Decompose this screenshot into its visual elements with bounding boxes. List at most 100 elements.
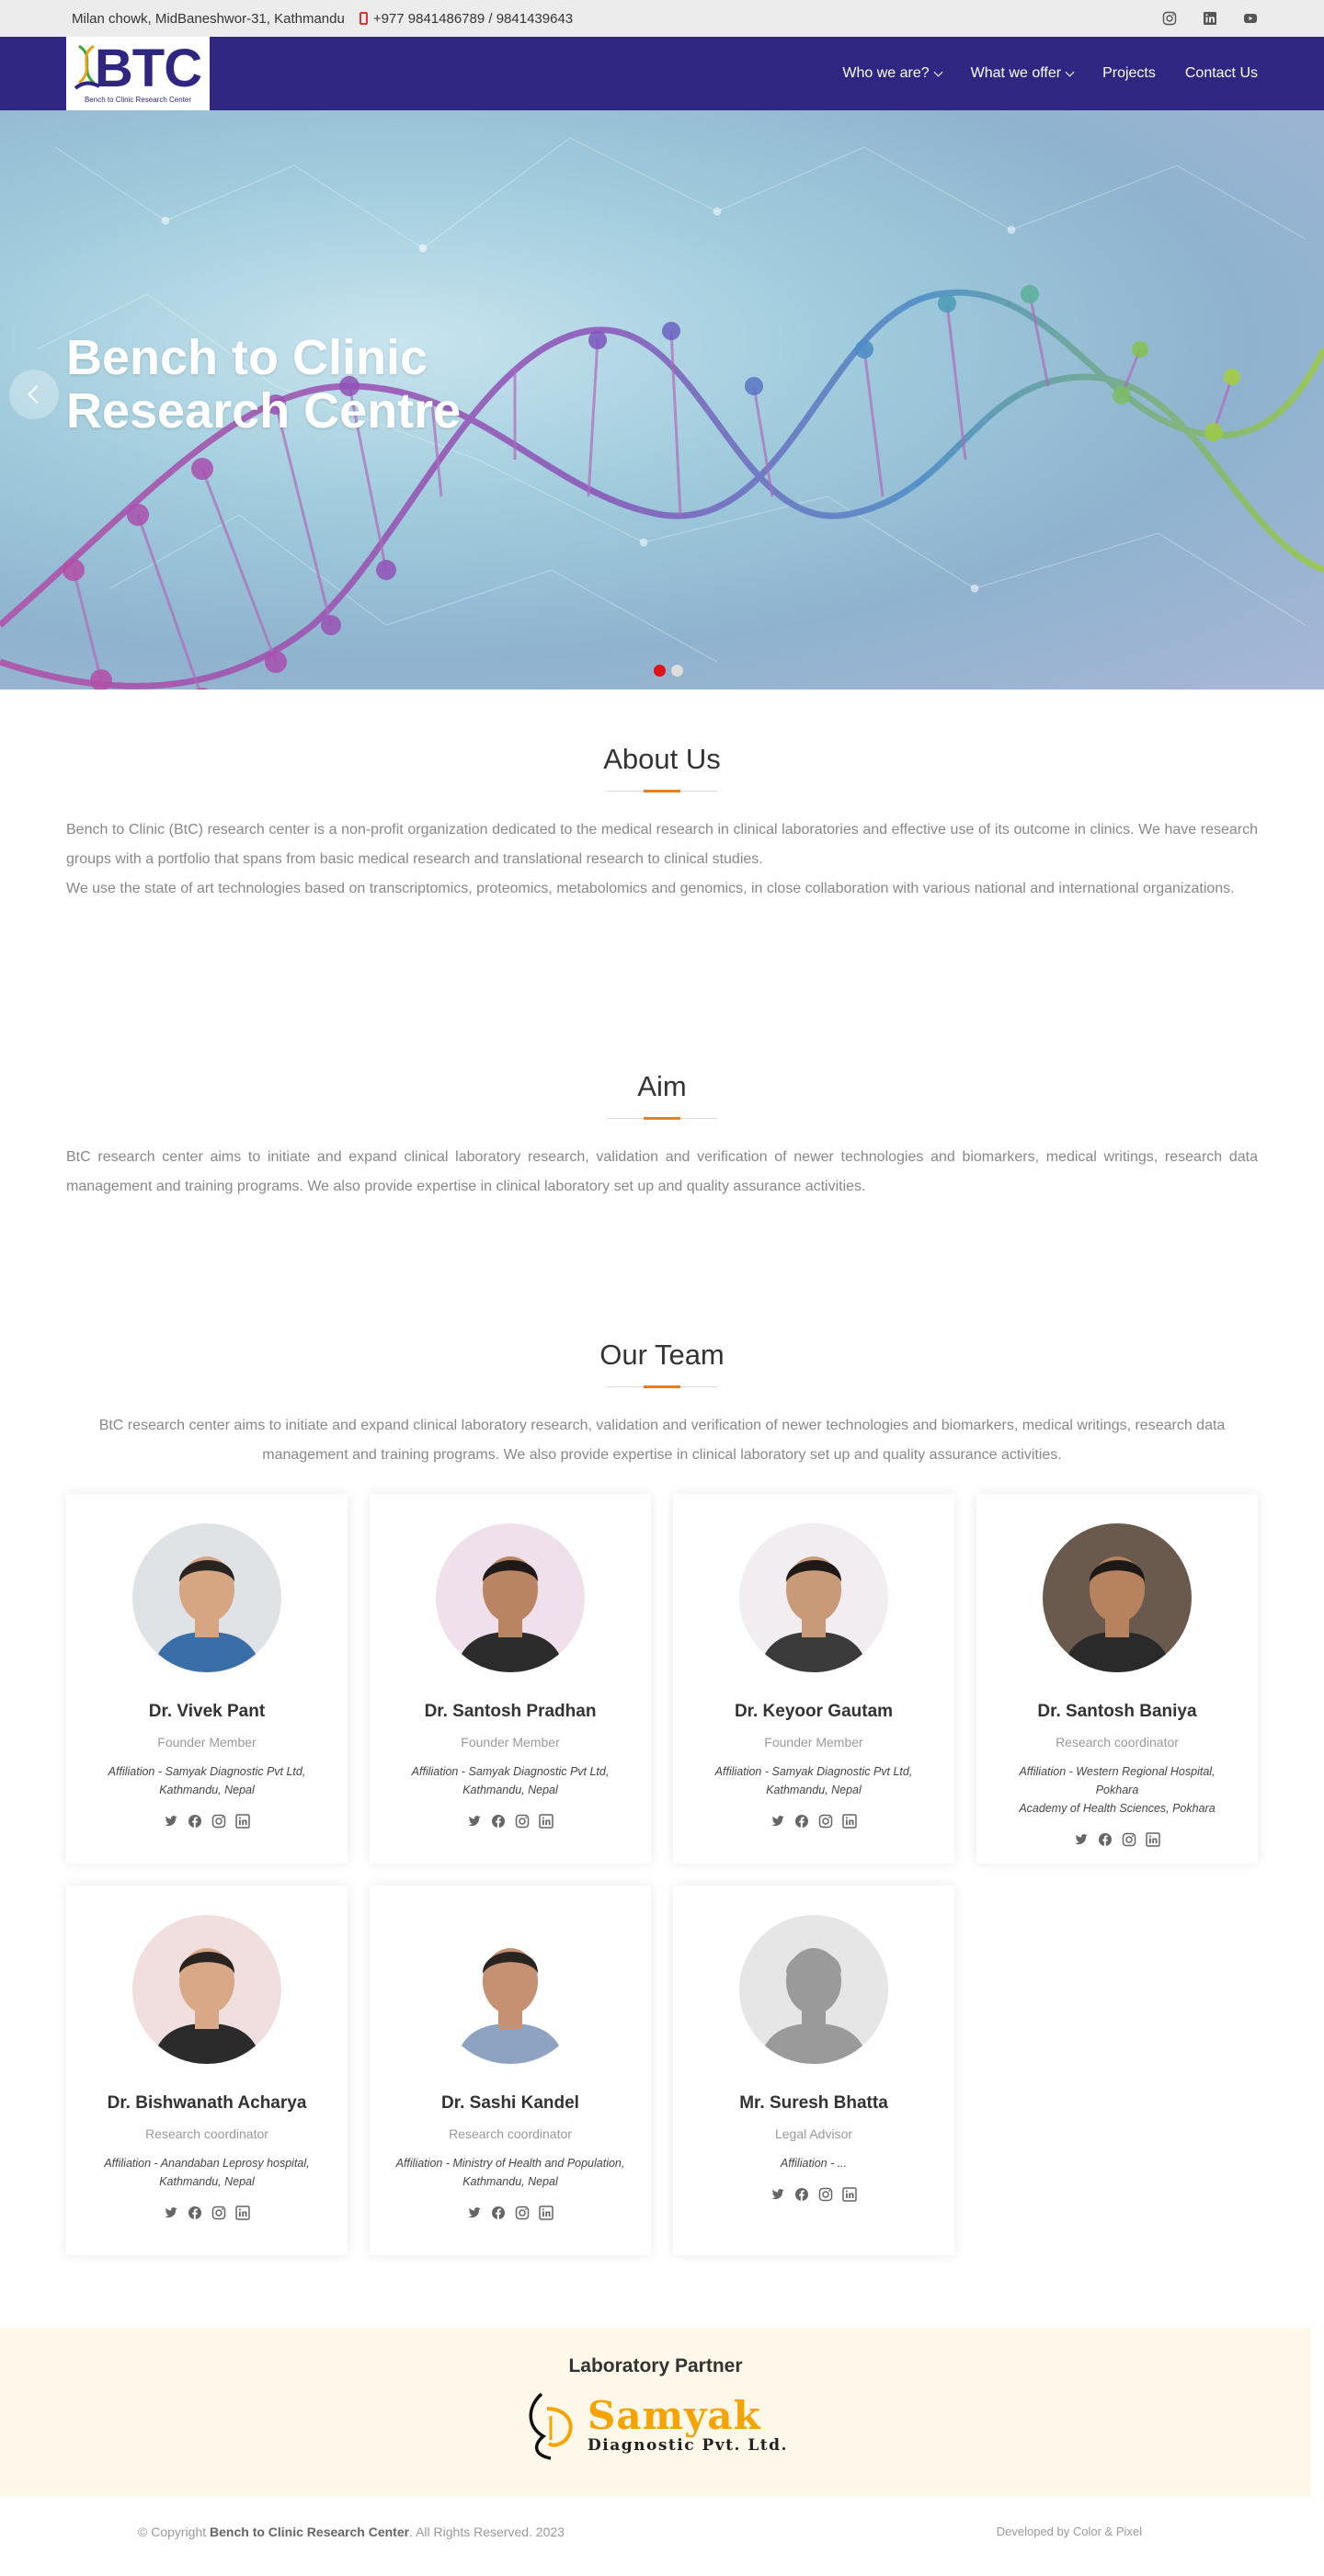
facebook-icon[interactable] [491, 2206, 506, 2220]
affiliation-line: Affiliation - Western Regional Hospital,… [1019, 1765, 1216, 1796]
linkedin-icon[interactable] [1146, 1832, 1160, 1847]
slider-dot-2[interactable] [671, 665, 683, 677]
twitter-icon[interactable] [467, 1814, 482, 1829]
samyak-logo[interactable]: Samyak Diagnostic Pvt. Ltd. [523, 2388, 788, 2462]
linkedin-icon[interactable] [235, 1814, 250, 1829]
linkedin-icon[interactable] [235, 2206, 250, 2220]
affiliation-line: Affiliation - Samyak Diagnostic Pvt Ltd, [411, 1765, 610, 1778]
twitter-icon[interactable] [770, 2187, 785, 2202]
facebook-icon[interactable] [188, 1814, 202, 1829]
footer: © Copyright Bench to Clinic Research Cen… [0, 2525, 1324, 2539]
samyak-logo-icon [529, 2392, 573, 2460]
nav-contact-us[interactable]: Contact Us [1185, 65, 1258, 82]
team-intro: BtC research center aims to initiate and… [98, 1418, 1226, 1463]
facebook-icon[interactable] [491, 1814, 506, 1829]
hero-title: Bench to Clinic Research Centre [66, 331, 471, 438]
main-nav: Who we are? What we offer Projects Conta… [842, 65, 1258, 82]
btc-logo[interactable]: BTC Bench to Clinic Research Center [66, 37, 210, 110]
dna-logo-icon [74, 44, 100, 90]
phone-icon [359, 12, 368, 25]
team-card: Dr. Keyoor Gautam Founder Member Affilia… [673, 1494, 954, 1864]
copyright-text: © Copyright Bench to Clinic Research Cen… [138, 2525, 565, 2539]
linkedin-icon[interactable] [842, 1814, 857, 1829]
member-name: Dr. Bishwanath Acharya [107, 2093, 307, 2113]
twitter-icon[interactable] [164, 2206, 178, 2220]
avatar [1043, 1523, 1192, 1672]
team-title: Our Team [599, 1339, 725, 1371]
instagram-icon[interactable] [818, 2187, 833, 2202]
avatar [132, 1915, 281, 2064]
member-name: Dr. Keyoor Gautam [734, 1702, 894, 1721]
nav-projects[interactable]: Projects [1102, 65, 1156, 82]
twitter-icon[interactable] [770, 1814, 785, 1829]
section-divider [607, 1117, 717, 1120]
member-socials [673, 2187, 954, 2202]
developer-credit[interactable]: Developed by Color & Pixel [997, 2525, 1142, 2539]
member-affiliation: Affiliation - Samyak Diagnostic Pvt Ltd,… [66, 1762, 348, 1799]
instagram-icon[interactable] [211, 1814, 226, 1829]
nav-what-we-offer[interactable]: What we offer [971, 65, 1075, 82]
about-section: About Us Bench to Clinic (BtC) research … [0, 743, 1324, 904]
slider-dot-1[interactable] [654, 665, 666, 677]
instagram-icon[interactable] [211, 2206, 226, 2220]
facebook-icon[interactable] [1098, 1832, 1113, 1847]
avatar [132, 1523, 281, 1672]
member-affiliation: Affiliation - Ministry of Health and Pop… [370, 2154, 651, 2191]
linkedin-icon[interactable] [539, 2206, 554, 2220]
aim-title: Aim [637, 1070, 687, 1102]
nav-who-we-are[interactable]: Who we are? [842, 65, 943, 82]
member-affiliation: Affiliation - Anandaban Leprosy hospital… [66, 2154, 348, 2191]
chevron-down-icon [933, 67, 943, 76]
partner-section: Laboratory Partner Samyak Diagnostic Pvt… [0, 2328, 1311, 2497]
twitter-icon[interactable] [467, 2206, 482, 2220]
facebook-icon[interactable] [794, 1814, 809, 1829]
member-socials [976, 1832, 1258, 1847]
linkedin-icon[interactable] [539, 1814, 554, 1829]
affiliation-line: Affiliation - ... [780, 2157, 848, 2170]
top-bar: Milan chowk, MidBaneshwor-31, Kathmandu … [0, 0, 1324, 37]
nav-label: Contact Us [1184, 65, 1258, 81]
member-socials [66, 2206, 348, 2220]
member-socials [673, 1814, 954, 1829]
about-paragraph-1: Bench to Clinic (BtC) research center is… [66, 822, 1258, 867]
copyright-org[interactable]: Bench to Clinic Research Center [210, 2525, 409, 2539]
linkedin-icon[interactable] [842, 2187, 857, 2202]
phone-info[interactable]: +977 9841486789 / 9841439643 [359, 11, 573, 27]
affiliation-line: Affiliation - Ministry of Health and Pop… [395, 2157, 625, 2170]
affiliation-line: Kathmandu, Nepal [462, 2175, 558, 2188]
twitter-icon[interactable] [1074, 1832, 1089, 1847]
member-role: Research coordinator [145, 2126, 268, 2141]
chevron-down-icon [1065, 67, 1075, 76]
affiliation-line: Kathmandu, Nepal [766, 1784, 862, 1796]
instagram-icon[interactable] [818, 1814, 833, 1829]
team-card: Mr. Suresh Bhatta Legal Advisor Affiliat… [673, 1886, 954, 2255]
affiliation-line: Kathmandu, Nepal [159, 2175, 255, 2188]
affiliation-line: Affiliation - Anandaban Leprosy hospital… [104, 2157, 310, 2170]
team-card: Dr. Santosh Baniya Research coordinator … [976, 1494, 1258, 1864]
member-affiliation: Affiliation - Samyak Diagnostic Pvt Ltd,… [370, 1762, 651, 1799]
nav-label: Projects [1102, 65, 1156, 81]
avatar [739, 1915, 888, 2064]
facebook-icon[interactable] [188, 2206, 202, 2220]
instagram-icon[interactable] [1162, 11, 1177, 26]
instagram-icon[interactable] [515, 2206, 530, 2220]
affiliation-line: Kathmandu, Nepal [159, 1784, 255, 1796]
affiliation-line: Affiliation - Samyak Diagnostic Pvt Ltd, [108, 1765, 306, 1778]
samyak-logo-sub: Diagnostic Pvt. Ltd. [588, 2436, 788, 2455]
slider-prev-button[interactable] [9, 370, 59, 419]
member-role: Founder Member [157, 1735, 257, 1750]
youtube-icon[interactable] [1243, 11, 1258, 26]
facebook-icon[interactable] [794, 2187, 809, 2202]
logo-subtitle: Bench to Clinic Research Center [84, 96, 192, 104]
chevron-left-icon [28, 385, 46, 404]
copyright-prefix: © Copyright [138, 2525, 207, 2539]
instagram-icon[interactable] [515, 1814, 530, 1829]
top-socials [1162, 11, 1258, 26]
address-text: Milan chowk, MidBaneshwor-31, Kathmandu [72, 10, 345, 27]
instagram-icon[interactable] [1122, 1832, 1136, 1847]
section-divider [607, 1385, 717, 1388]
member-role: Founder Member [764, 1735, 863, 1750]
linkedin-icon[interactable] [1203, 11, 1217, 26]
twitter-icon[interactable] [164, 1814, 178, 1829]
copyright-suffix: . All Rights Reserved. 2023 [409, 2525, 565, 2539]
